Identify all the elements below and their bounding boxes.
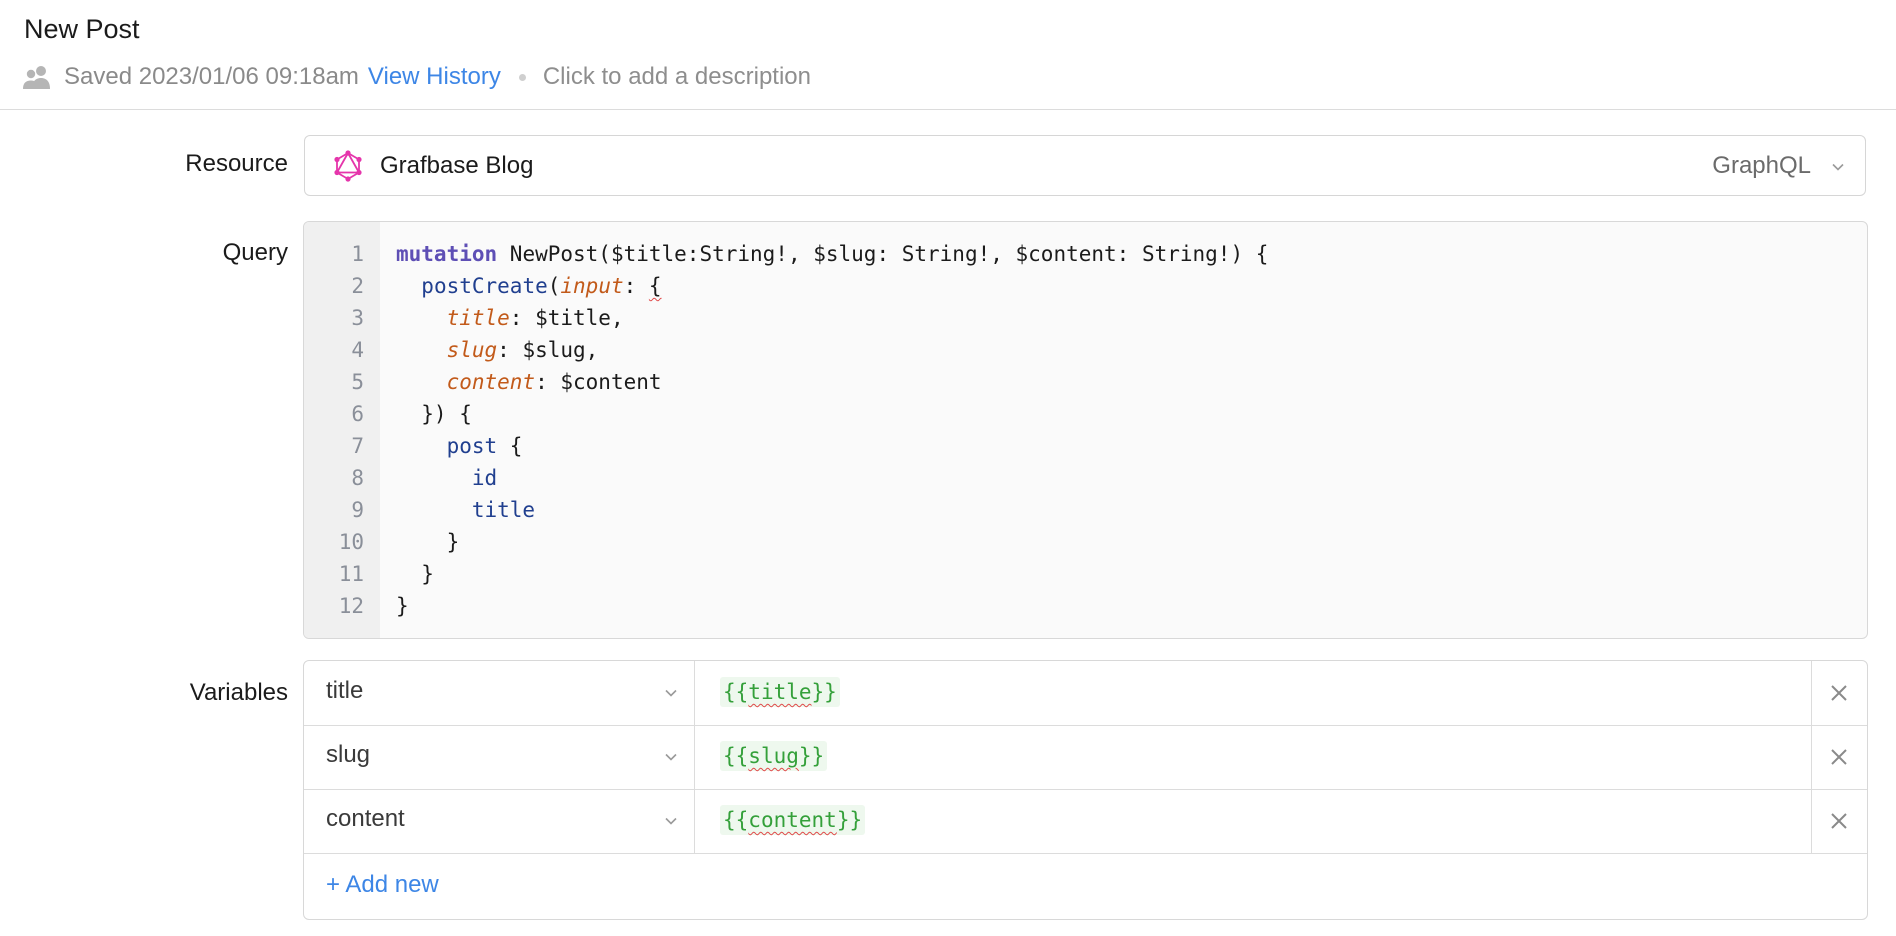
- line-number: 9: [351, 498, 364, 522]
- chevron-down-icon: [1832, 163, 1844, 171]
- query-label: Query: [222, 239, 288, 266]
- line-number: 2: [351, 274, 364, 298]
- code-line: title: [471, 498, 536, 522]
- line-number: 4: [351, 338, 364, 362]
- resource-name: Grafbase Blog: [380, 152, 534, 179]
- line-number: 10: [338, 530, 364, 554]
- code-line: mutation NewPost($title:String!, $slug: …: [396, 242, 1269, 266]
- variable-key: content: [326, 805, 405, 832]
- variable-row: slug {{slug}}: [304, 725, 1867, 790]
- view-history-link[interactable]: View History: [368, 63, 501, 91]
- line-gutter: 1 2 3 4 5 6 7 8 9 10 11 12: [304, 222, 380, 638]
- page-header: New Post Saved 2023/01/06 09:18am View H…: [0, 0, 1896, 110]
- remove-variable-button[interactable]: [1811, 661, 1867, 725]
- line-number: 11: [338, 562, 364, 586]
- code-line: title: $title,: [446, 306, 624, 330]
- save-meta: Saved 2023/01/06 09:18am View History Cl…: [22, 60, 811, 94]
- page-title[interactable]: New Post: [24, 14, 140, 45]
- code-line: content: $content: [446, 370, 662, 394]
- line-number: 5: [351, 370, 364, 394]
- variable-key-select[interactable]: title: [304, 661, 695, 725]
- line-number: 12: [338, 594, 364, 618]
- line-number: 6: [351, 402, 364, 426]
- code-line: }: [396, 530, 460, 554]
- chevron-down-icon: [665, 817, 677, 825]
- close-icon: [1831, 685, 1847, 701]
- code-line: }) {: [396, 402, 472, 426]
- line-number: 1: [351, 242, 364, 266]
- variable-value-input[interactable]: {{slug}}: [695, 725, 1812, 789]
- saved-timestamp: Saved 2023/01/06 09:18am: [64, 63, 359, 90]
- code-line: }: [396, 562, 434, 586]
- description-input[interactable]: Click to add a description: [543, 63, 811, 91]
- resource-label: Resource: [185, 150, 288, 177]
- variable-value-input[interactable]: {{title}}: [695, 661, 1812, 725]
- variable-row: content {{content}}: [304, 789, 1867, 854]
- variable-value: {{title}}: [720, 677, 840, 707]
- code-line: postCreate(input: {: [421, 274, 662, 298]
- variable-value-input[interactable]: {{content}}: [695, 789, 1812, 853]
- code-line: id: [471, 466, 498, 490]
- variables-label: Variables: [189, 679, 288, 706]
- code-line: }: [396, 594, 409, 618]
- variable-value: {{content}}: [720, 805, 866, 835]
- resource-select[interactable]: Grafbase Blog GraphQL: [304, 135, 1866, 196]
- query-editor[interactable]: 1 2 3 4 5 6 7 8 9 10 11 12 mutation NewP…: [303, 221, 1868, 639]
- variable-row: title {{title}}: [304, 661, 1867, 726]
- variables-table: title {{title}} slug {{slug}} content {{…: [303, 660, 1868, 920]
- variable-key: title: [326, 677, 364, 704]
- add-variable-button[interactable]: + Add new: [326, 871, 439, 899]
- users-icon: [23, 66, 50, 89]
- line-number: 7: [351, 434, 364, 458]
- chevron-down-icon: [665, 753, 677, 761]
- code-line: slug: $slug,: [446, 338, 599, 362]
- line-number: 8: [351, 466, 364, 490]
- separator-dot: [518, 73, 526, 81]
- variable-value: {{slug}}: [720, 741, 828, 771]
- close-icon: [1831, 749, 1847, 765]
- chevron-down-icon: [665, 689, 677, 697]
- remove-variable-button[interactable]: [1811, 789, 1867, 853]
- resource-type: GraphQL: [1712, 152, 1811, 179]
- variable-key: slug: [326, 741, 371, 768]
- close-icon: [1831, 813, 1847, 829]
- graphql-icon: [334, 150, 362, 182]
- code-line: post {: [446, 434, 523, 458]
- remove-variable-button[interactable]: [1811, 725, 1867, 789]
- line-number: 3: [351, 306, 364, 330]
- variable-key-select[interactable]: content: [304, 789, 695, 853]
- variable-key-select[interactable]: slug: [304, 725, 695, 789]
